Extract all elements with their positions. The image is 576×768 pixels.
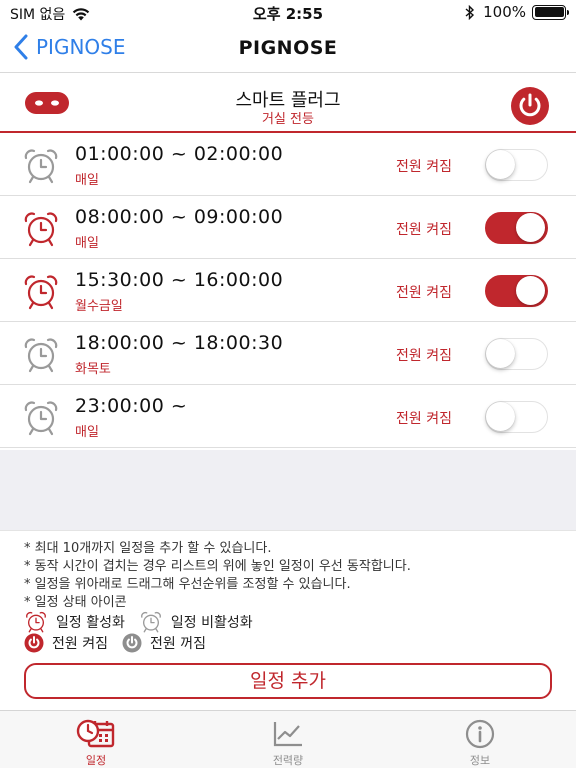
alarm-clock-icon bbox=[24, 338, 58, 373]
alarm-clock-icon bbox=[24, 149, 58, 184]
schedule-toggle[interactable] bbox=[485, 212, 548, 244]
schedule-days: 매일 bbox=[75, 173, 99, 188]
alarm-clock-icon bbox=[24, 212, 58, 247]
toggle-knob bbox=[516, 276, 545, 305]
alarm-active-icon bbox=[26, 611, 46, 633]
note-line: * 일정을 위아래로 드래그해 우선순위를 조정할 수 있습니다. bbox=[24, 577, 351, 592]
alarm-clock-icon bbox=[24, 275, 58, 310]
chart-icon bbox=[273, 722, 302, 747]
tab-info[interactable]: 정보 bbox=[420, 715, 540, 767]
legend-schedule-state: 일정 활성화 일정 비활성화 bbox=[24, 611, 267, 633]
tab-power-usage[interactable]: 전력량 bbox=[228, 715, 348, 767]
legend-power-state: 전원 켜짐 전원 꺼짐 bbox=[24, 633, 220, 653]
schedule-toggle[interactable] bbox=[485, 338, 548, 370]
power-state-label: 전원 켜짐 bbox=[396, 222, 452, 238]
calendar-clock-icon bbox=[76, 719, 115, 748]
power-state-label: 전원 켜짐 bbox=[396, 348, 452, 364]
chevron-left-icon bbox=[14, 34, 28, 60]
schedule-days: 매일 bbox=[75, 425, 99, 440]
status-bar: SIM 없음 오후 2:55 100% bbox=[0, 0, 576, 24]
legend-item-active: 일정 활성화 bbox=[24, 611, 125, 633]
power-on-icon bbox=[24, 633, 44, 653]
legend-label: 전원 꺼짐 bbox=[149, 636, 206, 652]
schedule-row[interactable]: 18:00:00 ~ 18:00:30 화목토 전원 켜짐 bbox=[0, 322, 576, 385]
navigation-bar: PIGNOSE PIGNOSE bbox=[0, 26, 576, 72]
bluetooth-icon bbox=[465, 4, 475, 20]
legend-label: 일정 비활성화 bbox=[170, 615, 253, 631]
schedule-days: 월수금일 bbox=[75, 299, 123, 314]
tab-label: 일정 bbox=[85, 754, 107, 767]
power-button[interactable] bbox=[510, 86, 550, 126]
help-notes: * 최대 10개까지 일정을 추가 할 수 있습니다. * 동작 시간이 겹치는… bbox=[24, 540, 411, 612]
note-line: * 동작 시간이 겹치는 경우 리스트의 위에 놓인 일정이 우선 동작합니다. bbox=[24, 559, 411, 574]
power-state-label: 전원 켜짐 bbox=[396, 285, 452, 301]
back-label: PIGNOSE bbox=[36, 35, 126, 59]
schedule-time: 01:00:00 ~ 02:00:00 bbox=[75, 143, 284, 165]
tab-label: 정보 bbox=[469, 754, 491, 767]
empty-list-area bbox=[0, 450, 576, 530]
schedule-days: 화목토 bbox=[75, 362, 111, 377]
legend-item-power-on: 전원 켜짐 bbox=[24, 633, 108, 653]
alarm-inactive-icon bbox=[140, 611, 161, 633]
tab-label: 전력량 bbox=[272, 754, 304, 767]
battery-percent: 100% bbox=[483, 3, 526, 21]
add-schedule-button[interactable]: 일정 추가 bbox=[24, 663, 552, 699]
notes-divider bbox=[0, 530, 576, 531]
schedule-days: 매일 bbox=[75, 236, 99, 251]
legend-item-power-off: 전원 꺼짐 bbox=[122, 633, 206, 653]
schedule-row[interactable]: 08:00:00 ~ 09:00:00 매일 전원 켜짐 bbox=[0, 196, 576, 259]
power-state-label: 전원 켜짐 bbox=[396, 159, 452, 175]
note-line: * 최대 10개까지 일정을 추가 할 수 있습니다. bbox=[24, 541, 272, 556]
schedule-time: 08:00:00 ~ 09:00:00 bbox=[75, 206, 284, 228]
schedule-time: 15:30:00 ~ 16:00:00 bbox=[75, 269, 284, 291]
tab-schedule[interactable]: 일정 bbox=[36, 715, 156, 767]
back-button[interactable]: PIGNOSE bbox=[12, 34, 126, 60]
toggle-knob bbox=[486, 402, 515, 431]
legend-label: 일정 활성화 bbox=[56, 615, 125, 631]
status-right: 100% bbox=[465, 3, 569, 21]
note-line: * 일정 상태 아이콘 bbox=[24, 595, 127, 610]
power-state-label: 전원 켜짐 bbox=[396, 411, 452, 427]
schedule-time: 18:00:00 ~ 18:00:30 bbox=[75, 332, 284, 354]
device-header: 스마트 플러그 거실 전등 bbox=[0, 73, 576, 131]
toggle-knob bbox=[516, 213, 545, 242]
legend-item-inactive: 일정 비활성화 bbox=[139, 611, 253, 633]
schedule-row[interactable]: 01:00:00 ~ 02:00:00 매일 전원 켜짐 bbox=[0, 133, 576, 196]
schedule-toggle[interactable] bbox=[485, 149, 548, 181]
toggle-knob bbox=[486, 150, 515, 179]
schedule-toggle[interactable] bbox=[485, 275, 548, 307]
power-off-icon bbox=[122, 633, 142, 653]
schedule-list: 01:00:00 ~ 02:00:00 매일 전원 켜짐 08:00:00 ~ … bbox=[0, 133, 576, 448]
battery-icon bbox=[532, 4, 569, 20]
toggle-knob bbox=[486, 339, 515, 368]
schedule-time: 23:00:00 ~ bbox=[75, 395, 188, 417]
alarm-clock-icon bbox=[24, 401, 58, 436]
tab-bar: 일정 전력량 정보 bbox=[0, 710, 576, 768]
legend-label: 전원 켜짐 bbox=[52, 636, 108, 652]
schedule-toggle[interactable] bbox=[485, 401, 548, 433]
schedule-row[interactable]: 15:30:00 ~ 16:00:00 월수금일 전원 켜짐 bbox=[0, 259, 576, 322]
device-location: 거실 전등 bbox=[262, 112, 314, 127]
schedule-row[interactable]: 23:00:00 ~ 매일 전원 켜짐 bbox=[0, 385, 576, 448]
info-icon bbox=[465, 719, 495, 749]
